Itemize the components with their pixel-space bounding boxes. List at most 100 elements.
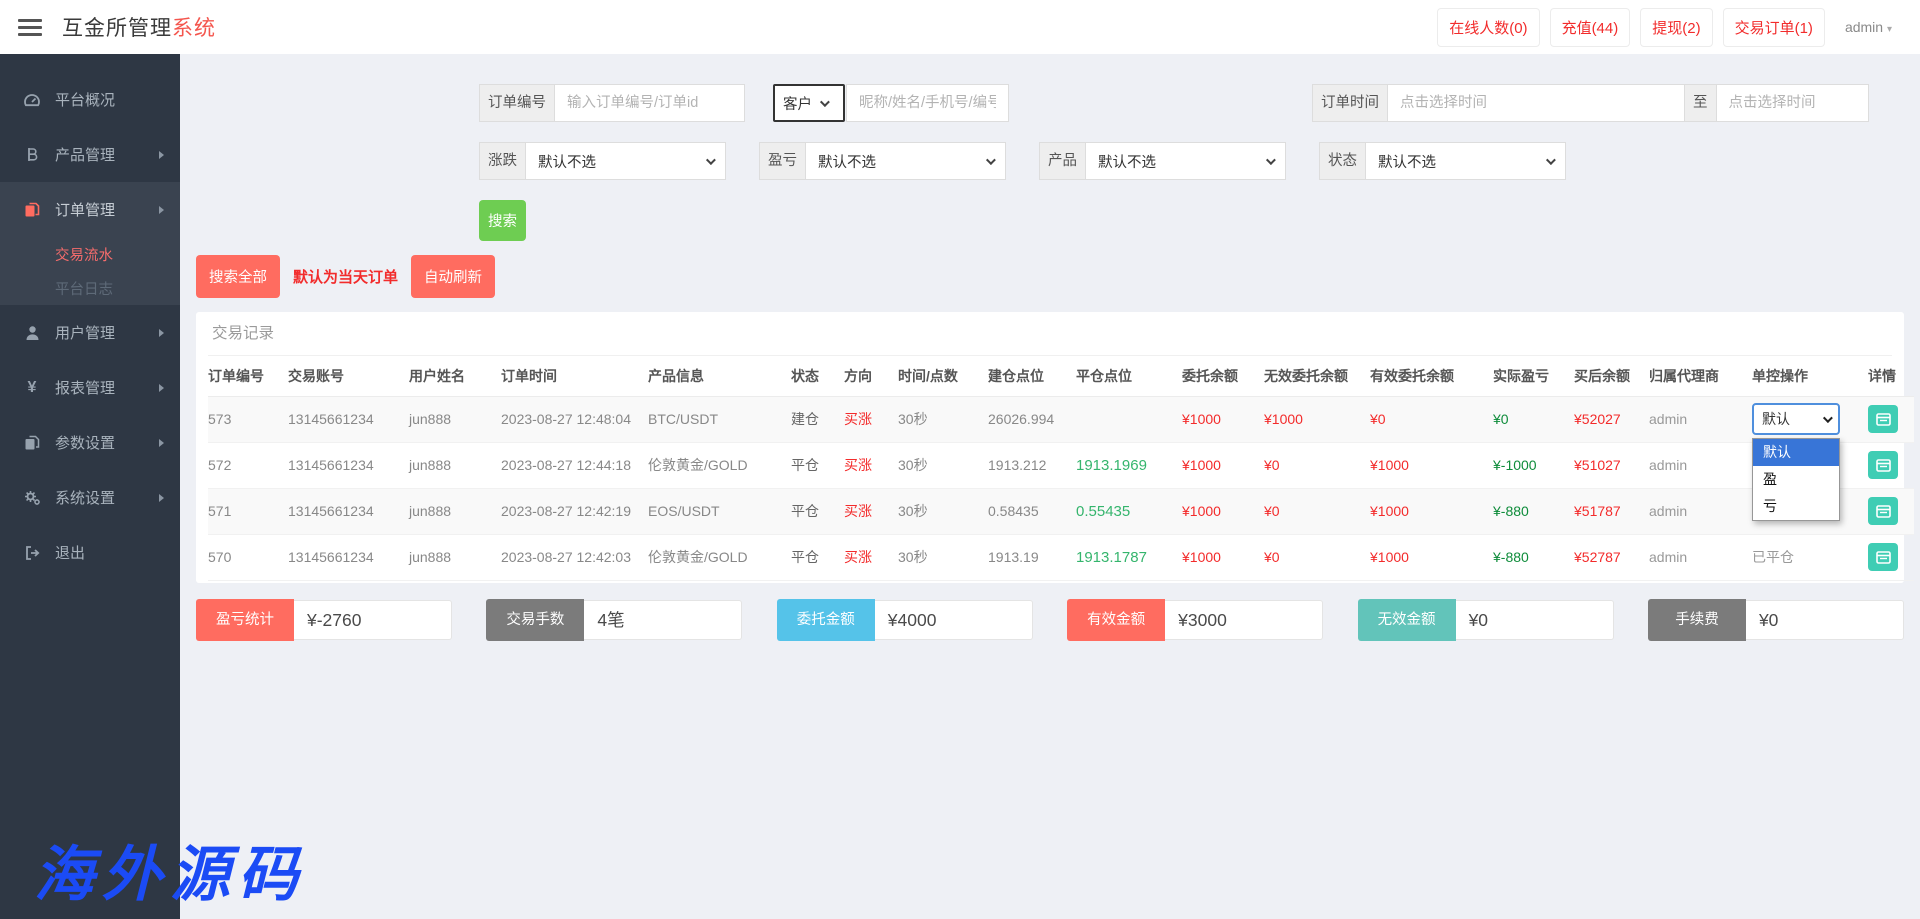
online-users-badge[interactable]: 在线人数(0) xyxy=(1437,8,1539,47)
stat-value: ¥0 xyxy=(1746,600,1904,640)
time-from-input[interactable] xyxy=(1388,84,1685,122)
sidebar-item-system-settings[interactable]: 系统设置 xyxy=(0,470,180,525)
actions-row: 搜索全部 默认为当天订单 自动刷新 xyxy=(196,255,1904,298)
user-icon xyxy=(22,325,42,341)
chevron-down-icon xyxy=(1546,155,1556,165)
sidebar-item-report-management[interactable]: ¥ 报表管理 xyxy=(0,360,180,415)
cell-close-point xyxy=(1076,396,1182,442)
cell-direction: 买涨 xyxy=(844,488,898,534)
cell-open-point: 0.58435 xyxy=(988,488,1076,534)
cell-invalid-entrust: ¥1000 xyxy=(1264,396,1370,442)
withdraw-badge[interactable]: 提现(2) xyxy=(1640,8,1712,47)
control-dropdown: 默认 盈 亏 xyxy=(1752,438,1840,521)
table-row: 572 13145661234 jun888 2023-08-27 12:44:… xyxy=(208,442,1914,488)
detail-list-icon xyxy=(1876,459,1891,472)
cell-time: 2023-08-27 12:48:04 xyxy=(501,396,648,442)
stat-label: 盈亏统计 xyxy=(196,599,294,641)
customer-type-value: 客户 xyxy=(783,93,812,114)
cell-name: jun888 xyxy=(409,488,501,534)
files-icon xyxy=(22,435,42,451)
stat-label: 交易手数 xyxy=(486,599,584,641)
cell-invalid-entrust: ¥0 xyxy=(1264,488,1370,534)
stat-value: ¥0 xyxy=(1456,600,1614,640)
sidebar-item-platform-overview[interactable]: 平台概况 xyxy=(0,72,180,127)
cell-status: 平仓 xyxy=(791,488,844,534)
cell-time: 2023-08-27 12:42:03 xyxy=(501,534,648,580)
menu-toggle-icon[interactable] xyxy=(18,19,42,36)
customer-input[interactable] xyxy=(846,84,1009,122)
cell-agent: admin xyxy=(1649,442,1752,488)
cell-close-point: 0.55435 xyxy=(1076,488,1182,534)
recharge-badge[interactable]: 充值(44) xyxy=(1550,8,1631,47)
trade-records-card: 交易记录 订单编号 交易账号 用户姓名 订单时间 产品信息 状态 方向 时间/点 xyxy=(196,312,1904,583)
cell-open-point: 1913.212 xyxy=(988,442,1076,488)
cell-entrust: ¥1000 xyxy=(1182,534,1264,580)
profitloss-select[interactable]: 默认不选 xyxy=(806,142,1006,180)
detail-button[interactable] xyxy=(1868,543,1898,571)
dropdown-option-default[interactable]: 默认 xyxy=(1753,439,1839,466)
status-select[interactable]: 默认不选 xyxy=(1366,142,1566,180)
chevron-right-icon xyxy=(159,151,164,159)
product-select[interactable]: 默认不选 xyxy=(1086,142,1286,180)
cell-valid-entrust: ¥0 xyxy=(1370,396,1493,442)
cell-direction: 买涨 xyxy=(844,534,898,580)
sidebar-item-product-management[interactable]: 产品管理 xyxy=(0,127,180,182)
control-select[interactable]: 默认 xyxy=(1752,403,1840,435)
time-to-input[interactable] xyxy=(1717,84,1869,122)
cell-account: 13145661234 xyxy=(288,442,409,488)
detail-list-icon xyxy=(1876,551,1891,564)
sidebar-item-label: 平台概况 xyxy=(55,89,115,110)
filter-form: 订单编号 客户 订单时间 至 涨跌 默认不选 xyxy=(180,54,1920,180)
cell-profit: ¥0 xyxy=(1493,396,1574,442)
stat-value: 4笔 xyxy=(584,600,742,640)
sidebar-subitem-platform-log[interactable]: 平台日志 xyxy=(0,271,180,305)
product-value: 默认不选 xyxy=(1098,151,1156,172)
cell-entrust: ¥1000 xyxy=(1182,396,1264,442)
sidebar-item-order-management[interactable]: 订单管理 xyxy=(0,182,180,237)
dropdown-option-lose[interactable]: 亏 xyxy=(1753,493,1839,520)
main-content: 订单编号 客户 订单时间 至 涨跌 默认不选 xyxy=(180,0,1920,641)
sidebar-subitem-trade-flow[interactable]: 交易流水 xyxy=(0,237,180,271)
sidebar-item-user-management[interactable]: 用户管理 xyxy=(0,305,180,360)
col-order-no: 订单编号 xyxy=(208,356,288,396)
col-profit: 实际盈亏 xyxy=(1493,356,1574,396)
sidebar-item-label: 报表管理 xyxy=(55,377,115,398)
detail-button[interactable] xyxy=(1868,451,1898,479)
cell-close-point: 1913.1787 xyxy=(1076,534,1182,580)
auto-refresh-button[interactable]: 自动刷新 xyxy=(411,255,495,298)
detail-button[interactable] xyxy=(1868,405,1898,433)
card-title: 交易记录 xyxy=(208,312,1892,356)
sidebar-item-parameter-settings[interactable]: 参数设置 xyxy=(0,415,180,470)
product-filter: 产品 默认不选 xyxy=(1039,142,1286,180)
cell-duration: 30秒 xyxy=(898,534,988,580)
cell-name: jun888 xyxy=(409,534,501,580)
stat-label: 委托金额 xyxy=(777,599,875,641)
sidebar-item-label: 退出 xyxy=(55,542,85,563)
cell-invalid-entrust: ¥0 xyxy=(1264,442,1370,488)
cell-account: 13145661234 xyxy=(288,534,409,580)
col-entrust: 委托余额 xyxy=(1182,356,1264,396)
updown-select[interactable]: 默认不选 xyxy=(526,142,726,180)
stat-label: 有效金额 xyxy=(1067,599,1165,641)
sidebar-item-logout[interactable]: 退出 xyxy=(0,525,180,580)
profitloss-value: 默认不选 xyxy=(818,151,876,172)
admin-menu[interactable]: admin ▾ xyxy=(1835,11,1902,43)
today-orders-hint: 默认为当天订单 xyxy=(293,266,398,287)
cell-invalid-entrust: ¥0 xyxy=(1264,534,1370,580)
search-button[interactable]: 搜索 xyxy=(479,200,526,241)
cell-entrust: ¥1000 xyxy=(1182,442,1264,488)
updown-value: 默认不选 xyxy=(538,151,596,172)
chevron-down-icon xyxy=(1823,413,1833,423)
cell-status: 平仓 xyxy=(791,534,844,580)
order-no-input[interactable] xyxy=(555,84,745,122)
dropdown-option-win[interactable]: 盈 xyxy=(1753,466,1839,493)
customer-type-select[interactable]: 客户 xyxy=(773,84,845,122)
table-row: 570 13145661234 jun888 2023-08-27 12:42:… xyxy=(208,534,1914,580)
trade-orders-badge[interactable]: 交易订单(1) xyxy=(1723,8,1825,47)
search-all-button[interactable]: 搜索全部 xyxy=(196,255,280,298)
col-detail: 详情 xyxy=(1868,356,1914,396)
cell-valid-entrust: ¥1000 xyxy=(1370,488,1493,534)
detail-button[interactable] xyxy=(1868,497,1898,525)
dashboard-icon xyxy=(22,92,42,108)
cell-agent: admin xyxy=(1649,534,1752,580)
